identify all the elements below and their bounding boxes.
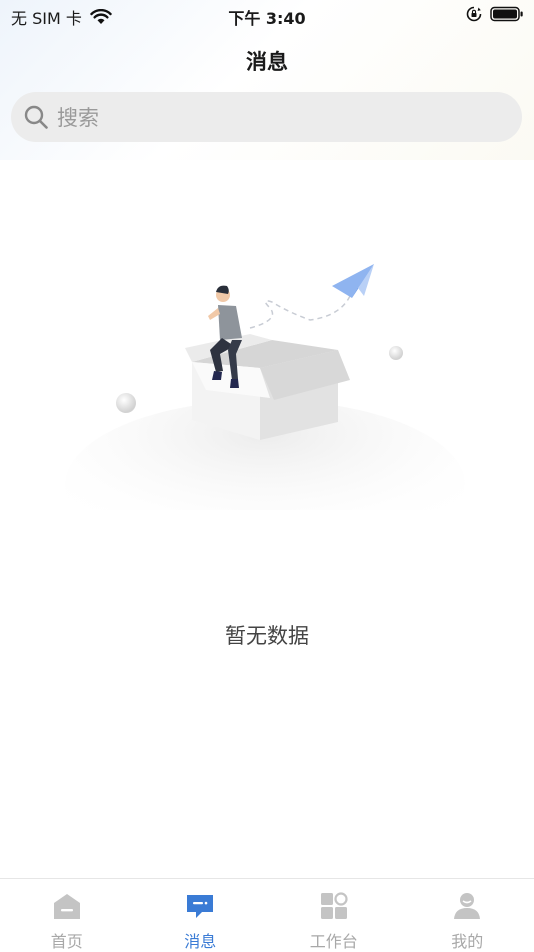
- status-right: [466, 6, 524, 22]
- tab-label-profile: 我的: [401, 928, 534, 952]
- home-icon: [52, 891, 82, 921]
- small-ball-right: [389, 346, 403, 360]
- box: [185, 334, 350, 440]
- battery-icon: [490, 6, 524, 22]
- workbench-icon: [319, 891, 349, 921]
- tab-home[interactable]: 首页: [0, 879, 134, 951]
- search-icon: [23, 104, 49, 130]
- tab-label-workbench: 工作台: [267, 928, 401, 952]
- tab-workbench[interactable]: 工作台: [267, 879, 401, 951]
- tab-profile[interactable]: 我的: [401, 879, 534, 951]
- tab-messages[interactable]: 消息: [134, 879, 268, 951]
- tab-bar: 首页 消息 工作台 我的: [0, 878, 534, 951]
- search-placeholder: 搜索: [57, 102, 99, 132]
- page-title: 消息: [0, 46, 534, 76]
- message-icon: [185, 891, 215, 921]
- status-time: 下午 3:40: [0, 5, 534, 29]
- profile-icon: [452, 891, 482, 921]
- paper-plane: [332, 264, 374, 298]
- empty-state-illustration: [60, 250, 480, 510]
- rotation-lock-icon: [466, 6, 482, 22]
- status-bar: 无 SIM 卡 下午 3:40: [0, 0, 534, 30]
- search-input[interactable]: 搜索: [11, 92, 522, 142]
- tab-label-home: 首页: [0, 928, 134, 952]
- small-ball-left: [116, 393, 136, 413]
- flight-trail: [250, 296, 350, 328]
- tab-label-messages: 消息: [134, 928, 268, 952]
- empty-state-text: 暂无数据: [0, 620, 534, 650]
